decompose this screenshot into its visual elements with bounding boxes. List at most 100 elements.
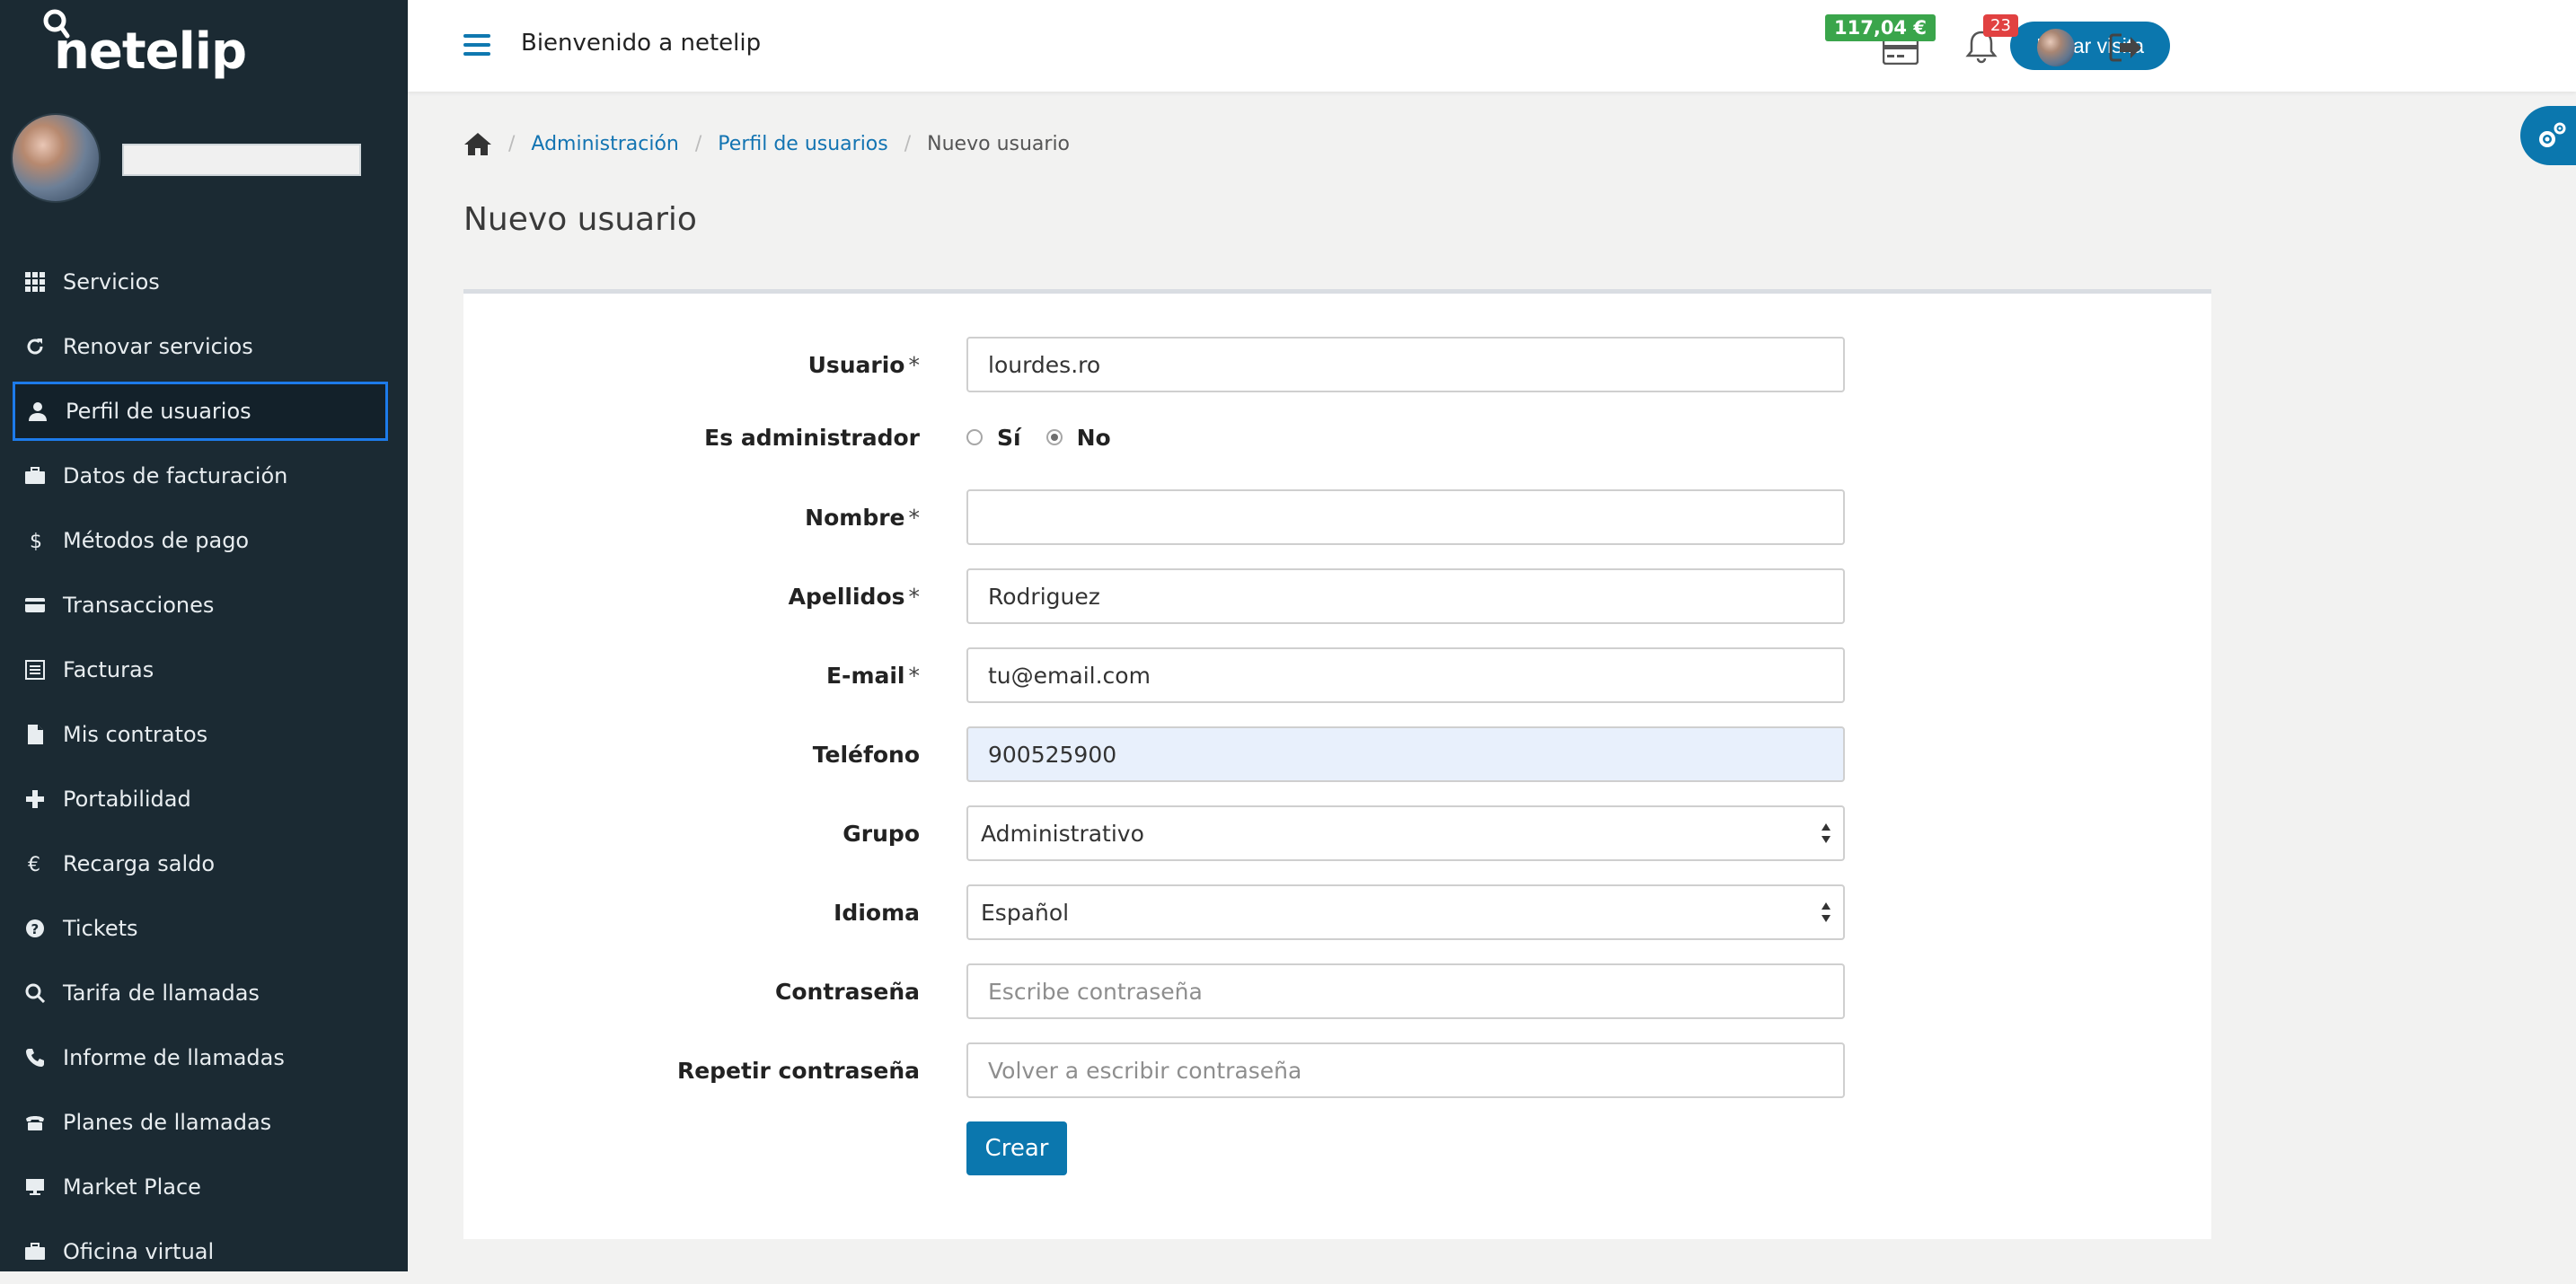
sidebar-item-label: Informe de llamadas (63, 1045, 285, 1070)
sidebar-item-portabilidad[interactable]: Portabilidad (0, 767, 408, 831)
start-visit-button[interactable]: Iniciar visita (2010, 22, 2170, 70)
sidebar-item-oficina-virtual[interactable]: Oficina virtual (0, 1219, 408, 1284)
breadcrumb-administracion[interactable]: Administración (531, 133, 678, 155)
sidebar-item-label: Datos de facturación (63, 463, 288, 488)
sidebar-item-label: Servicios (63, 269, 160, 295)
user-avatar[interactable] (2037, 29, 2075, 66)
profile-name-box (122, 144, 361, 176)
label-grupo: Grupo (842, 820, 920, 847)
sidebar-nav: Servicios Renovar servicios Perfil de us… (0, 250, 408, 1284)
sidebar-item-planes-de-llamadas[interactable]: Planes de llamadas (0, 1090, 408, 1155)
profile-avatar[interactable] (11, 113, 101, 203)
svg-text:$: $ (30, 531, 42, 550)
notifications-count-badge[interactable]: 23 (1983, 14, 2018, 37)
welcome-text: Bienvenido a netelip (521, 30, 762, 57)
sidebar-item-tickets[interactable]: ? Tickets (0, 896, 408, 961)
sidebar-item-label: Tarifa de llamadas (63, 981, 260, 1006)
telefono-input[interactable] (966, 726, 1845, 782)
row-telefono: Teléfono (463, 726, 2211, 782)
new-user-form: Usuario* Es administrador Sí No Nombre* … (463, 289, 2211, 1239)
logout-icon[interactable] (2109, 32, 2143, 63)
admin-yes-label: Sí (997, 424, 1021, 451)
sidebar-item-metodos-de-pago[interactable]: $ Métodos de pago (0, 508, 408, 573)
row-email: E-mail * (463, 647, 2211, 703)
idioma-select[interactable]: Español (966, 884, 1845, 940)
sidebar-item-facturas[interactable]: Facturas (0, 638, 408, 702)
sidebar: netelip Servicios Renovar servicios Perf… (0, 0, 408, 1271)
file-icon (25, 725, 45, 744)
gears-icon (2539, 122, 2566, 147)
sidebar-item-datos-de-facturacion[interactable]: Datos de facturación (0, 444, 408, 508)
breadcrumb-current: Nuevo usuario (927, 132, 1071, 155)
select-arrows-icon (1822, 902, 1831, 922)
sidebar-item-informe-de-llamadas[interactable]: Informe de llamadas (0, 1025, 408, 1090)
sidebar-item-servicios[interactable]: Servicios (0, 250, 408, 314)
sidebar-item-label: Transacciones (63, 593, 215, 618)
sidebar-item-label: Mis contratos (63, 722, 208, 747)
create-button[interactable]: Crear (966, 1121, 1067, 1175)
deskphone-icon (25, 1113, 45, 1132)
list-icon (25, 660, 45, 680)
label-nombre: Nombre * (805, 504, 920, 531)
svg-text:€: € (28, 854, 40, 874)
balance-badge[interactable]: 117,04 € (1825, 14, 1936, 41)
password-input[interactable] (966, 963, 1845, 1019)
label-apellidos: Apellidos * (788, 583, 920, 610)
logo-pin-icon (43, 9, 70, 39)
admin-no-option[interactable]: No (1045, 424, 1111, 451)
admin-yes-radio[interactable] (966, 429, 983, 445)
sidebar-item-mis-contratos[interactable]: Mis contratos (0, 702, 408, 767)
label-repetir-contrasena: Repetir contraseña (676, 1057, 920, 1084)
phone-icon (25, 1048, 45, 1068)
sidebar-item-market-place[interactable]: Market Place (0, 1155, 408, 1219)
grupo-select[interactable]: Administrativo (966, 805, 1845, 861)
sidebar-item-recarga-saldo[interactable]: € Recarga saldo (0, 831, 408, 896)
sidebar-item-perfil-de-usuarios[interactable]: Perfil de usuarios (13, 382, 388, 441)
grupo-select-value: Administrativo (966, 805, 1845, 861)
grid-icon (25, 272, 45, 292)
top-bar: Bienvenido a netelip Iniciar visita (408, 0, 2576, 92)
dollar-icon: $ (25, 531, 45, 550)
label-telefono: Teléfono (812, 741, 920, 768)
sidebar-item-tarifa-de-llamadas[interactable]: Tarifa de llamadas (0, 961, 408, 1025)
row-idioma: Idioma Español (463, 884, 2211, 940)
label-email: E-mail * (825, 662, 920, 689)
breadcrumb-separator: / (694, 132, 702, 155)
admin-yes-option[interactable]: Sí (966, 425, 1021, 451)
sidebar-item-label: Planes de llamadas (63, 1110, 272, 1135)
sidebar-item-transacciones[interactable]: Transacciones (0, 573, 408, 638)
sidebar-item-label: Portabilidad (63, 787, 191, 812)
svg-text:?: ? (31, 921, 40, 937)
euro-icon: € (25, 854, 45, 874)
breadcrumb-separator: / (904, 132, 912, 155)
row-grupo: Grupo Administrativo (463, 805, 2211, 861)
wallet-card-icon[interactable] (1883, 38, 1919, 65)
search-icon (25, 983, 45, 1003)
briefcase-icon (25, 466, 45, 486)
settings-panel-toggle[interactable] (2520, 106, 2576, 165)
netelip-logo[interactable]: netelip (43, 9, 247, 81)
sidebar-item-label: Tickets (63, 916, 138, 941)
email-input[interactable] (966, 647, 1845, 703)
row-contrasena: Contraseña (463, 963, 2211, 1019)
password-repeat-input[interactable] (966, 1042, 1845, 1098)
sidebar-item-label: Renovar servicios (63, 334, 253, 359)
breadcrumb-separator: / (508, 132, 516, 155)
breadcrumb-perfil-de-usuarios[interactable]: Perfil de usuarios (718, 133, 887, 155)
menu-toggle-icon[interactable] (463, 34, 490, 56)
row-apellidos: Apellidos * (463, 568, 2211, 624)
sidebar-item-label: Oficina virtual (63, 1239, 215, 1264)
question-icon: ? (25, 919, 45, 938)
sidebar-item-renovar-servicios[interactable]: Renovar servicios (0, 314, 408, 379)
admin-no-label: No (1076, 424, 1111, 451)
page-title: Nuevo usuario (463, 201, 697, 238)
admin-no-radio[interactable] (1045, 429, 1063, 445)
sidebar-item-label: Market Place (63, 1174, 201, 1200)
usuario-input[interactable] (966, 337, 1845, 392)
apellidos-input[interactable] (966, 568, 1845, 624)
sidebar-item-label: Perfil de usuarios (66, 399, 251, 424)
row-repetir-contrasena: Repetir contraseña (463, 1042, 2211, 1098)
label-idioma: Idioma (834, 899, 920, 926)
nombre-input[interactable] (966, 489, 1845, 545)
home-icon[interactable] (463, 131, 492, 156)
